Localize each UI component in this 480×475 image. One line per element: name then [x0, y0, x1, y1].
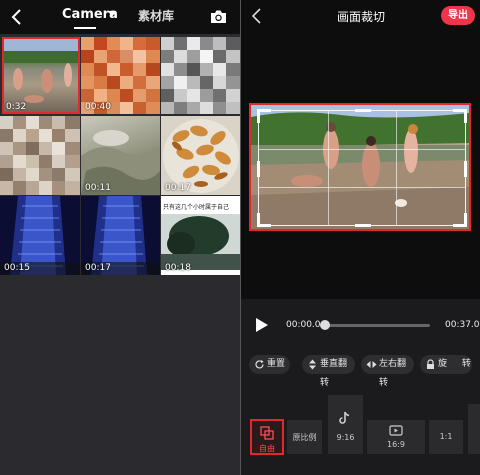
tile-duration: 00:18: [165, 263, 191, 273]
pixelated-thumbnail: [0, 116, 80, 195]
tile-duration: 0:32: [6, 102, 27, 112]
video-preview[interactable]: [249, 103, 471, 231]
tile-duration: 00:40: [85, 102, 111, 112]
total-time: 00:37.0: [445, 320, 480, 330]
media-picker-header: Camera 素材库: [0, 0, 240, 34]
flip-vertical-icon: [309, 359, 316, 370]
crop-handle-top[interactable]: [355, 109, 371, 112]
pixelated-thumbnail: [161, 37, 240, 114]
tab-underline: [74, 27, 96, 29]
ratio-1-1-button[interactable]: 1:1: [429, 420, 463, 454]
media-tile[interactable]: 00:17: [161, 116, 240, 195]
camera-icon[interactable]: [210, 9, 227, 24]
media-tile[interactable]: [161, 37, 240, 114]
tile-duration: 00:11: [85, 183, 111, 193]
crop-free-icon: [260, 426, 274, 440]
timeline-knob[interactable]: [320, 320, 330, 330]
ratio-16-9-button[interactable]: 16:9: [367, 420, 425, 454]
flip-vertical-button[interactable]: 垂直翻转: [302, 355, 355, 388]
reset-button[interactable]: 重置: [249, 355, 290, 374]
tree-thumbnail: [161, 214, 240, 270]
crop-handle-bottom-left[interactable]: [257, 213, 271, 227]
crop-frame[interactable]: [257, 109, 467, 227]
crop-handle-left[interactable]: [257, 161, 260, 177]
tile-caption: 只有这几个小时属于自己: [163, 204, 230, 211]
play-icon[interactable]: [255, 317, 269, 333]
ratio-original-button[interactable]: 原比例: [287, 420, 322, 454]
crop-gridline: [327, 111, 329, 225]
reset-icon: [255, 360, 264, 369]
ratio-free-label: 自由: [259, 444, 275, 453]
crop-editor-panel: 画面裁切 导出 00:00.0 00:37.0 重置 垂直翻转 左右翻转 旋 转…: [241, 0, 480, 475]
rotate-label-b: 转: [461, 359, 471, 369]
back-icon[interactable]: [250, 7, 264, 25]
media-tile[interactable]: [0, 116, 80, 195]
media-tile[interactable]: 00:40: [81, 37, 160, 114]
crop-handle-top-left[interactable]: [257, 109, 271, 123]
crop-handle-top-right[interactable]: [453, 109, 467, 123]
crop-gridline: [259, 186, 465, 188]
media-tile[interactable]: 00:15: [0, 196, 80, 275]
current-time: 00:00.0: [286, 320, 321, 330]
timeline-track[interactable]: [324, 324, 430, 327]
ratio-original-label: 原比例: [292, 433, 317, 442]
crop-gridline: [259, 148, 465, 150]
tab-materials[interactable]: 素材库: [138, 7, 174, 24]
rotate-label-a: 旋: [438, 359, 448, 369]
media-picker-panel: Camera 素材库 0:32 00:40 00:11 00:17 00:15 …: [0, 0, 240, 475]
rotate-button[interactable]: 旋 转: [420, 355, 472, 374]
media-tile[interactable]: 0:32: [2, 37, 80, 114]
ratio-1-1-label: 1:1: [439, 432, 453, 441]
crop-gridline: [396, 111, 398, 225]
page-title: 画面裁切: [337, 10, 386, 24]
ratio-more-button[interactable]: [468, 404, 480, 454]
tile-duration: 00:17: [85, 263, 111, 273]
flip-horizontal-icon: [366, 361, 377, 368]
tile-duration: 00:15: [4, 263, 30, 273]
tiktok-icon: [339, 411, 350, 424]
media-tile[interactable]: 00:11: [81, 116, 160, 195]
crop-handle-bottom-right[interactable]: [453, 213, 467, 227]
export-button[interactable]: 导出: [441, 6, 475, 25]
crop-handle-right[interactable]: [464, 161, 467, 177]
flip-horizontal-button[interactable]: 左右翻转: [361, 355, 414, 388]
back-icon[interactable]: [10, 8, 24, 26]
tile-duration: 00:17: [165, 183, 191, 193]
ratio-free-button[interactable]: 自由: [250, 419, 284, 455]
ratio-16-9-label: 16:9: [387, 440, 405, 449]
chevron-down-icon[interactable]: [108, 11, 116, 17]
crop-handle-bottom[interactable]: [355, 224, 371, 227]
reset-label: 重置: [267, 359, 286, 369]
ratio-9-16-label: 9:16: [336, 433, 355, 442]
media-tile[interactable]: 只有这几个小时属于自己 00:18: [161, 196, 240, 275]
ratio-9-16-button[interactable]: 9:16: [328, 395, 363, 454]
video-icon: [389, 425, 403, 436]
media-tile[interactable]: 00:17: [81, 196, 160, 275]
lock-icon: [427, 359, 434, 369]
